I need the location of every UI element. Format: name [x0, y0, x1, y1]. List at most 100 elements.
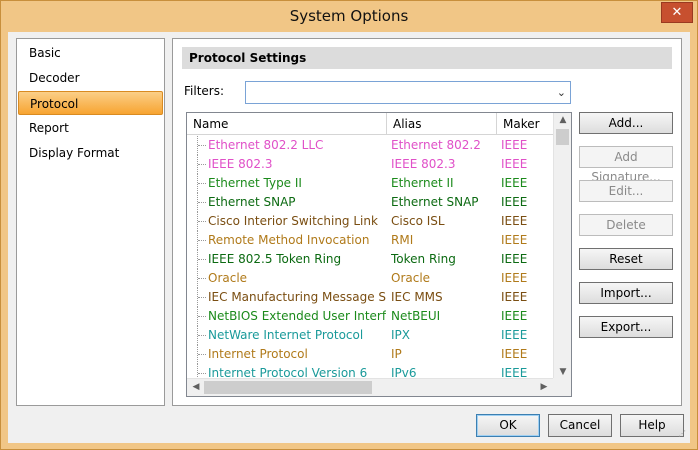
protocol-alias: IEEE 802.3 [391, 157, 456, 171]
edit-button[interactable]: Edit... [579, 180, 673, 202]
protocol-maker: IEEE [501, 290, 528, 304]
protocol-table: Name Alias Maker Ethernet 802.2 LLC Ether… [186, 112, 572, 397]
tree-connector [197, 307, 207, 326]
column-header-maker[interactable]: Maker [497, 113, 553, 135]
tree-connector [197, 174, 207, 193]
nav-item-report[interactable]: Report [18, 116, 163, 140]
table-row[interactable]: Ethernet Type II Ethernet II IEEE [187, 174, 553, 193]
vertical-scrollbar[interactable]: ▲ ▼ [553, 113, 571, 379]
import-button[interactable]: Import... [579, 282, 673, 304]
protocol-name: Internet Protocol [208, 347, 308, 361]
options-category-list: Basic Decoder Protocol Report Display Fo… [16, 38, 165, 406]
protocol-alias: IPv6 [391, 366, 417, 379]
delete-button[interactable]: Delete [579, 214, 673, 236]
scrollbar-corner [553, 378, 571, 396]
protocol-name: NetWare Internet Protocol [208, 328, 364, 342]
close-button[interactable]: ✕ [661, 2, 693, 23]
protocol-maker: IEEE [501, 157, 528, 171]
cancel-button[interactable]: Cancel [548, 414, 612, 437]
table-row[interactable]: Remote Method Invocation RMI IEEE [187, 231, 553, 250]
protocol-name: Remote Method Invocation [208, 233, 370, 247]
protocol-name: Oracle [208, 271, 248, 285]
tree-connector [197, 345, 207, 364]
export-button[interactable]: Export... [579, 316, 673, 338]
scroll-right-icon[interactable]: ▶ [536, 382, 552, 392]
protocol-name: Ethernet 802.2 LLC [208, 138, 324, 152]
nav-item-decoder[interactable]: Decoder [18, 66, 163, 90]
table-row[interactable]: NetBIOS Extended User Interface NetBEUI IE… [187, 307, 553, 326]
protocol-maker: IEEE [501, 347, 528, 361]
table-row[interactable]: Ethernet 802.2 LLC Ethernet 802.2 IEEE [187, 136, 553, 155]
protocol-alias: RMI [391, 233, 414, 247]
tree-connector [197, 288, 207, 307]
protocol-maker: IEEE [501, 328, 528, 342]
add-button[interactable]: Add... [579, 112, 673, 134]
protocol-maker: IEEE [501, 271, 528, 285]
table-row[interactable]: Ethernet SNAP Ethernet SNAP IEEE [187, 193, 553, 212]
scroll-down-icon[interactable]: ▼ [555, 367, 571, 377]
filters-combobox[interactable]: ⌄ [245, 81, 571, 104]
protocol-name: Ethernet SNAP [208, 195, 296, 209]
ok-button[interactable]: OK [476, 414, 540, 437]
protocol-alias: IP [391, 347, 402, 361]
protocol-alias: Cisco ISL [391, 214, 445, 228]
horizontal-scrollbar[interactable]: ◀ ▶ [187, 378, 553, 396]
protocol-alias: Oracle [391, 271, 431, 285]
tree-connector [197, 250, 207, 269]
protocol-name: NetBIOS Extended User Interface [208, 309, 386, 323]
tree-connector [197, 326, 207, 345]
tree-connector [197, 269, 207, 288]
table-row[interactable]: IEEE 802.3 IEEE 802.3 IEEE [187, 155, 553, 174]
protocol-maker: IEEE [501, 233, 528, 247]
filters-label: Filters: [184, 84, 225, 98]
resize-grip-icon[interactable]: ⋰ [678, 430, 688, 441]
protocol-name: IEEE 802.5 Token Ring [208, 252, 342, 266]
column-header-alias[interactable]: Alias [387, 113, 497, 135]
protocol-alias: IPX [391, 328, 410, 342]
protocol-maker: IEEE [501, 366, 528, 379]
title-bar[interactable]: System Options ✕ [1, 1, 697, 32]
tree-connector [197, 136, 207, 155]
protocol-settings-panel: Protocol Settings Filters: ⌄ Name Alias … [172, 38, 682, 406]
table-body: Ethernet 802.2 LLC Ethernet 802.2 IEEE IEEE… [187, 136, 553, 379]
scroll-up-icon[interactable]: ▲ [555, 115, 571, 125]
protocol-maker: IEEE [501, 138, 528, 152]
reset-button[interactable]: Reset [579, 248, 673, 270]
tree-connector [197, 193, 207, 212]
panel-title: Protocol Settings [182, 47, 672, 69]
horizontal-scroll-thumb[interactable] [204, 381, 372, 394]
protocol-alias: Ethernet 802.2 [391, 138, 481, 152]
protocol-maker: IEEE [501, 309, 528, 323]
protocol-name: IEEE 802.3 [208, 157, 273, 171]
table-row[interactable]: NetWare Internet Protocol IPX IEEE [187, 326, 553, 345]
column-header-name[interactable]: Name [187, 113, 387, 135]
nav-item-basic[interactable]: Basic [18, 41, 163, 65]
chevron-down-icon[interactable]: ⌄ [557, 86, 566, 99]
table-row[interactable]: Internet Protocol IP IEEE [187, 345, 553, 364]
protocol-alias: NetBEUI [391, 309, 441, 323]
protocol-maker: IEEE [501, 214, 528, 228]
tree-connector [197, 364, 207, 379]
table-row[interactable]: IEC Manufacturing Message S... IEC MMS IEE… [187, 288, 553, 307]
dialog-client-area: Basic Decoder Protocol Report Display Fo… [8, 32, 690, 443]
protocol-maker: IEEE [501, 195, 528, 209]
nav-item-protocol[interactable]: Protocol [18, 91, 163, 115]
table-row[interactable]: IEEE 802.5 Token Ring Token Ring IEEE [187, 250, 553, 269]
table-row[interactable]: Cisco Interior Switching Link Cisco ISL IE… [187, 212, 553, 231]
protocol-alias: Ethernet II [391, 176, 454, 190]
protocol-maker: IEEE [501, 252, 528, 266]
system-options-window: System Options ✕ Basic Decoder Protocol … [0, 0, 698, 450]
protocol-maker: IEEE [501, 176, 528, 190]
table-header: Name Alias Maker [187, 113, 553, 135]
table-row[interactable]: Internet Protocol Version 6 IPv6 IEEE [187, 364, 553, 379]
scroll-left-icon[interactable]: ◀ [188, 382, 204, 392]
vertical-scroll-thumb[interactable] [556, 129, 569, 145]
tree-connector [197, 231, 207, 250]
table-row[interactable]: Oracle Oracle IEEE [187, 269, 553, 288]
close-icon: ✕ [671, 5, 683, 20]
protocol-alias: Token Ring [391, 252, 456, 266]
add-signature-button[interactable]: Add Signature... [579, 146, 673, 184]
window-title: System Options [289, 7, 409, 25]
help-button[interactable]: Help [620, 414, 684, 437]
nav-item-display-format[interactable]: Display Format [18, 141, 163, 165]
